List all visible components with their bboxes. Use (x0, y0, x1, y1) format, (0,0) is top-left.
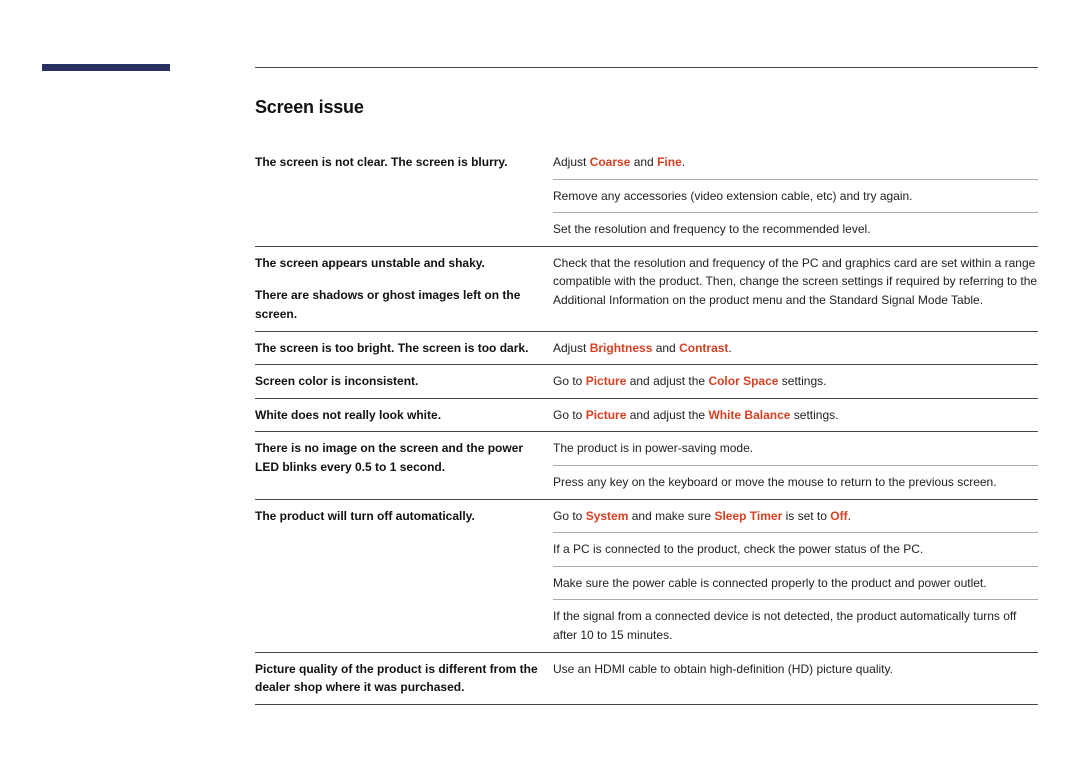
solution-text: Go to Picture and adjust the Color Space… (553, 365, 1038, 399)
text: . (682, 155, 685, 169)
text: and (652, 341, 679, 355)
solution-text: Press any key on the keyboard or move th… (553, 466, 1038, 500)
solution-text: Remove any accessories (video extension … (553, 180, 1038, 214)
highlight: Picture (586, 408, 627, 422)
solution-text: Set the resolution and frequency to the … (553, 213, 1038, 247)
solution-text: The product is in power-saving mode. (553, 432, 1038, 466)
section-title: Screen issue (255, 97, 1038, 118)
solution-text: Adjust Coarse and Fine. (553, 146, 1038, 180)
text: Go to (553, 509, 586, 523)
highlight: Sleep Timer (714, 509, 782, 523)
solution-text: Check that the resolution and frequency … (553, 247, 1038, 332)
text: is set to (782, 509, 830, 523)
highlight: Off (830, 509, 847, 523)
solution-text: Make sure the power cable is connected p… (553, 567, 1038, 601)
text: and make sure (628, 509, 714, 523)
text: Go to (553, 374, 586, 388)
content-area: Screen issue The screen is not clear. Th… (255, 97, 1038, 705)
issue-label: Picture quality of the product is differ… (255, 653, 553, 705)
issue-label: The screen is too bright. The screen is … (255, 332, 553, 366)
highlight: White Balance (708, 408, 790, 422)
text: Go to (553, 408, 586, 422)
text: There are shadows or ghost images left o… (255, 286, 539, 323)
solution-text: Go to System and make sure Sleep Timer i… (553, 500, 1038, 534)
text: . (728, 341, 731, 355)
top-divider (255, 67, 1038, 68)
text: and adjust the (626, 374, 708, 388)
text: Adjust (553, 341, 590, 355)
issue-label: White does not really look white. (255, 399, 553, 433)
solution-text: If a PC is connected to the product, che… (553, 533, 1038, 567)
issue-label: There is no image on the screen and the … (255, 432, 553, 499)
solution-text: If the signal from a connected device is… (553, 600, 1038, 652)
text: and (630, 155, 657, 169)
accent-bar (42, 64, 170, 71)
text: Adjust (553, 155, 590, 169)
issue-label: The product will turn off automatically. (255, 500, 553, 653)
text: and adjust the (626, 408, 708, 422)
solution-text: Go to Picture and adjust the White Balan… (553, 399, 1038, 433)
issue-label: The screen appears unstable and shaky. T… (255, 247, 553, 332)
highlight: Contrast (679, 341, 728, 355)
highlight: Brightness (590, 341, 653, 355)
highlight: Color Space (708, 374, 778, 388)
solution-text: Adjust Brightness and Contrast. (553, 332, 1038, 366)
text: settings. (778, 374, 826, 388)
solution-text: Use an HDMI cable to obtain high-definit… (553, 653, 1038, 705)
text: settings. (790, 408, 838, 422)
text: . (848, 509, 851, 523)
highlight: Picture (586, 374, 627, 388)
troubleshooting-grid: The screen is not clear. The screen is b… (255, 146, 1038, 705)
issue-label: Screen color is inconsistent. (255, 365, 553, 399)
highlight: Coarse (590, 155, 631, 169)
text: The screen appears unstable and shaky. (255, 254, 539, 273)
issue-label: The screen is not clear. The screen is b… (255, 146, 553, 247)
highlight: System (586, 509, 629, 523)
highlight: Fine (657, 155, 682, 169)
